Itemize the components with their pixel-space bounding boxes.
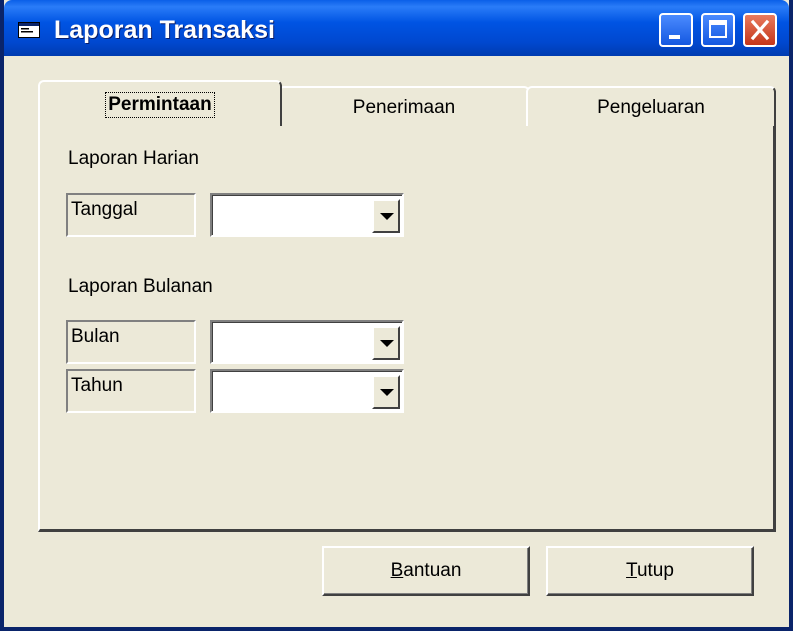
minimize-icon xyxy=(669,35,680,39)
tanggal-label: Tanggal xyxy=(66,193,196,237)
title-bar[interactable]: Laporan Transaksi xyxy=(4,0,789,56)
bantuan-mnemonic: B xyxy=(390,560,404,581)
tutup-button[interactable]: Tutup xyxy=(546,546,754,596)
window-title: Laporan Transaksi xyxy=(54,16,275,44)
maximize-button[interactable] xyxy=(701,13,735,47)
daily-report-heading: Laporan Harian xyxy=(68,148,199,169)
report-window: Laporan Transaksi Penerimaan Pengeluaran… xyxy=(0,0,793,631)
monthly-report-heading: Laporan Bulanan xyxy=(68,276,213,297)
bulan-combobox[interactable] xyxy=(210,320,404,364)
tanggal-combobox[interactable] xyxy=(210,193,404,237)
bulan-dropdown-button[interactable] xyxy=(372,326,400,360)
tahun-combobox[interactable] xyxy=(210,369,404,413)
tab-pengeluaran[interactable]: Pengeluaran xyxy=(526,86,776,126)
bantuan-label-rest: antuan xyxy=(403,560,462,581)
app-icon xyxy=(18,22,40,38)
tahun-label: Tahun xyxy=(66,369,196,413)
tahun-dropdown-button[interactable] xyxy=(372,375,400,409)
maximize-icon xyxy=(709,20,727,38)
tab-permintaan[interactable]: Permintaan xyxy=(38,80,282,126)
dropdown-arrow-icon xyxy=(380,389,394,396)
tab-permintaan-label: Permintaan xyxy=(105,92,215,118)
dropdown-arrow-icon xyxy=(380,213,394,220)
close-icon xyxy=(750,19,770,41)
tab-penerimaan-label: Penerimaan xyxy=(352,97,456,118)
minimize-button[interactable] xyxy=(659,13,693,47)
bantuan-button[interactable]: Bantuan xyxy=(322,546,530,596)
close-button[interactable] xyxy=(743,13,777,47)
bulan-label: Bulan xyxy=(66,320,196,364)
tab-pengeluaran-label: Pengeluaran xyxy=(597,97,705,118)
tutup-label-rest: utup xyxy=(636,560,674,581)
tab-penerimaan[interactable]: Penerimaan xyxy=(278,86,530,126)
tanggal-dropdown-button[interactable] xyxy=(372,199,400,233)
dropdown-arrow-icon xyxy=(380,340,394,347)
tutup-mnemonic: T xyxy=(626,560,637,581)
